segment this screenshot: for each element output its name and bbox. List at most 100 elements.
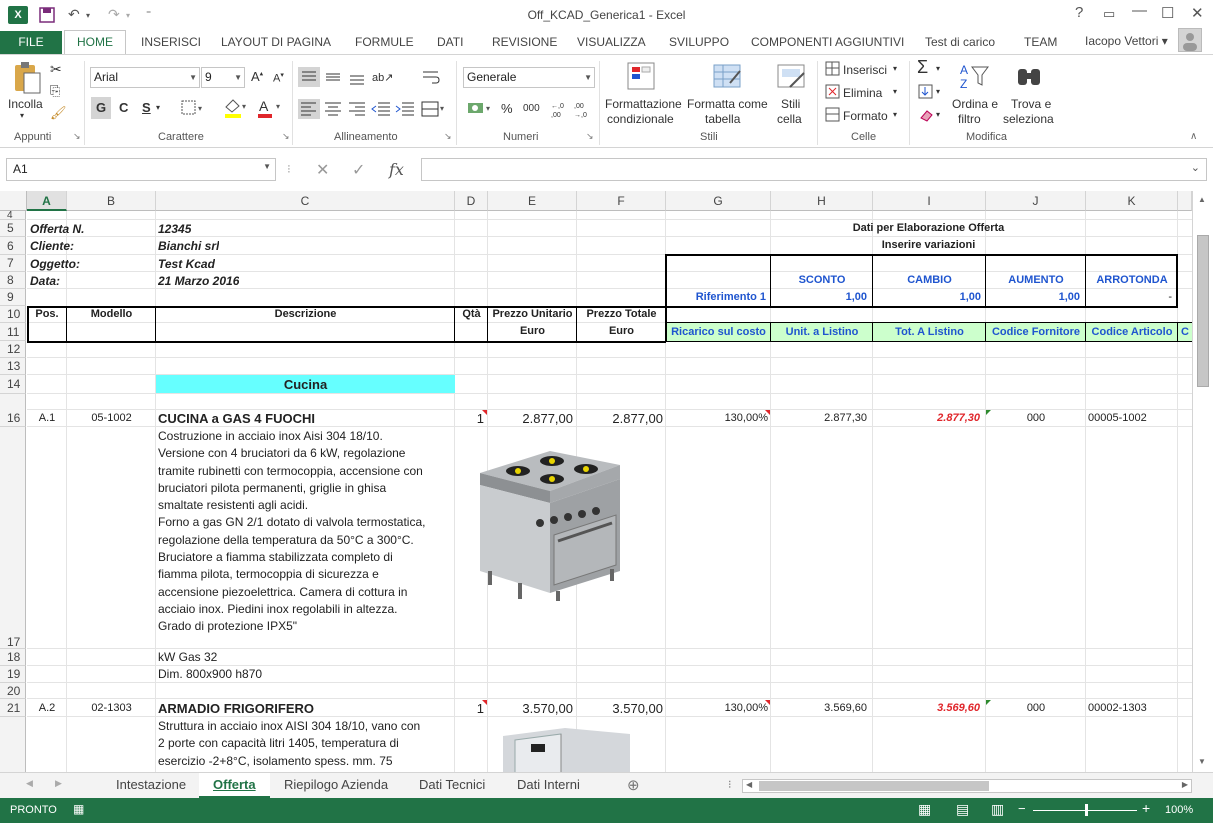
cut-icon[interactable]: ✂ <box>50 61 62 78</box>
tab-home[interactable]: HOME <box>64 30 126 55</box>
aumento-value[interactable]: 1,00 <box>986 291 1080 303</box>
autosum-dropdown-icon[interactable]: ▾ <box>936 64 940 73</box>
offerta-value[interactable]: 12345 <box>158 222 191 236</box>
underline-button[interactable]: S <box>142 100 151 115</box>
item2-modello[interactable]: 02-1303 <box>67 702 156 714</box>
item2-codice-fornitore[interactable]: 000 <box>986 702 1086 714</box>
page-layout-view-icon[interactable]: ▤ <box>956 801 969 818</box>
insert-function-icon[interactable]: fx <box>389 160 404 179</box>
borders-icon[interactable]: ▾ <box>180 99 206 117</box>
item1-tot-listino[interactable]: 2.877,30 <box>873 412 980 424</box>
item2-qta[interactable]: 1 <box>455 701 484 716</box>
allineamento-launcher-icon[interactable]: ↘ <box>444 131 452 142</box>
row-header-13[interactable]: 13 <box>0 358 26 375</box>
bold-button[interactable]: G <box>91 97 111 119</box>
appunti-launcher-icon[interactable]: ↘ <box>73 131 81 142</box>
macro-record-icon[interactable]: ▦ <box>73 802 84 816</box>
number-format-combo[interactable]: Generale ▼ <box>463 67 595 88</box>
vertical-scrollbar[interactable]: ▲ ▼ <box>1192 191 1213 772</box>
tab-test-carico[interactable]: Test di carico <box>925 35 995 49</box>
paste-icon[interactable] <box>12 61 42 97</box>
oggetto-value[interactable]: Test Kcad <box>158 257 215 271</box>
enter-icon[interactable]: ✓ <box>352 160 365 180</box>
item2-pos[interactable]: A.2 <box>27 702 67 714</box>
tab-layout[interactable]: LAYOUT DI PAGINA <box>221 35 331 49</box>
cell-styles-icon[interactable] <box>776 61 808 93</box>
row-header-9[interactable]: 9 <box>0 289 26 306</box>
align-right-icon[interactable] <box>346 99 368 119</box>
row-header-20[interactable]: 20 <box>0 683 26 699</box>
carattere-launcher-icon[interactable]: ↘ <box>282 131 290 142</box>
worksheet-grid[interactable]: A B C D E F G H I J K 4 5 6 7 8 9 10 11 … <box>0 191 1192 772</box>
help-button[interactable]: ? <box>1075 4 1083 21</box>
autosum-icon[interactable]: Σ <box>917 57 928 78</box>
row-header-19[interactable]: 19 <box>0 666 26 683</box>
item1-modello[interactable]: 05-1002 <box>67 412 156 424</box>
user-name[interactable]: Iacopo Vettori ▾ <box>1085 34 1168 48</box>
cancel-icon[interactable]: ✕ <box>316 160 329 180</box>
row-header-11[interactable]: 11 <box>0 323 26 341</box>
tab-split-icon[interactable]: ⁝ <box>728 778 732 791</box>
tab-dati[interactable]: DATI <box>437 35 463 49</box>
item2-codice-articolo[interactable]: 00002-1303 <box>1088 702 1147 714</box>
zoom-level[interactable]: 100% <box>1165 804 1193 816</box>
section-title[interactable]: Cucina <box>156 377 455 392</box>
format-table-label-1[interactable]: Formatta come <box>687 97 768 111</box>
row-header-17[interactable]: 17 <box>0 427 26 649</box>
ribbon-display-button[interactable]: ▭ <box>1103 6 1115 22</box>
col-header-i[interactable]: I <box>873 191 986 211</box>
scroll-left-icon[interactable]: ◀ <box>746 780 752 789</box>
scroll-down-icon[interactable]: ▼ <box>1198 757 1206 766</box>
wrap-text-icon[interactable] <box>420 67 442 87</box>
sort-label-2[interactable]: filtro <box>958 112 981 126</box>
format-cells-icon[interactable] <box>825 107 841 123</box>
item1-ricarico[interactable]: 130,00% <box>666 412 768 424</box>
sheet-tab-dati-tecnici[interactable]: Dati Tecnici <box>405 773 499 798</box>
tab-revisione[interactable]: REVISIONE <box>492 35 557 49</box>
expand-formula-icon[interactable]: ⌄ <box>1191 161 1200 174</box>
tab-sviluppo[interactable]: SVILUPPO <box>669 35 729 49</box>
orientation-icon[interactable]: ab↗ <box>370 67 400 87</box>
data-value[interactable]: 21 Marzo 2016 <box>158 274 239 288</box>
collapse-ribbon-icon[interactable]: ∧ <box>1190 131 1197 142</box>
italic-button[interactable]: C <box>119 100 128 115</box>
name-box[interactable]: A1 ▼ <box>6 158 276 181</box>
item2-tot-listino[interactable]: 3.569,60 <box>873 702 980 714</box>
row-header-14[interactable]: 14 <box>0 375 26 394</box>
row-header-6[interactable]: 6 <box>0 237 26 255</box>
col-header-j[interactable]: J <box>986 191 1086 211</box>
zoom-out-icon[interactable]: − <box>1018 801 1026 816</box>
align-middle-icon[interactable] <box>322 67 344 87</box>
underline-dropdown-icon[interactable]: ▾ <box>156 103 160 112</box>
tab-visualizza[interactable]: VISUALIZZA <box>577 35 646 49</box>
decrease-decimal-icon[interactable]: ,00→,0 <box>573 99 595 119</box>
row-header-22[interactable] <box>0 717 26 772</box>
tab-formule[interactable]: FORMULE <box>355 35 414 49</box>
delete-cells-label[interactable]: Elimina <box>843 86 882 100</box>
col-header-d[interactable]: D <box>455 191 488 211</box>
col-header-c[interactable]: C <box>156 191 455 211</box>
item1-codice-articolo[interactable]: 00005-1002 <box>1088 412 1147 424</box>
row-header-21[interactable]: 21 <box>0 699 26 717</box>
delete-dropdown-icon[interactable]: ▾ <box>893 87 897 96</box>
row-header-18[interactable]: 18 <box>0 649 26 666</box>
sort-filter-icon[interactable]: AZ <box>958 61 990 93</box>
align-bottom-icon[interactable] <box>346 67 368 87</box>
format-table-label-2[interactable]: tabella <box>705 112 740 126</box>
col-header-b[interactable]: B <box>67 191 156 211</box>
format-as-table-icon[interactable] <box>712 61 744 93</box>
row-header-16[interactable]: 16 <box>0 409 26 427</box>
format-painter-icon[interactable]: 🖌 <box>50 105 67 121</box>
item1-extra-2[interactable]: Dim. 800x900 h870 <box>158 667 262 681</box>
increase-indent-icon[interactable] <box>394 99 416 119</box>
sheet-tab-offerta[interactable]: Offerta <box>199 773 270 798</box>
cambio-value[interactable]: 1,00 <box>873 291 981 303</box>
minimize-button[interactable]: — <box>1132 2 1147 19</box>
clear-icon[interactable] <box>918 107 934 123</box>
scroll-up-icon[interactable]: ▲ <box>1198 195 1206 204</box>
grow-font-icon[interactable]: A▴ <box>251 69 263 84</box>
add-sheet-icon[interactable]: ⊕ <box>627 776 640 794</box>
close-button[interactable]: ✕ <box>1191 4 1204 22</box>
page-break-view-icon[interactable]: ▥ <box>991 801 1004 818</box>
row-header-12[interactable]: 12 <box>0 341 26 358</box>
